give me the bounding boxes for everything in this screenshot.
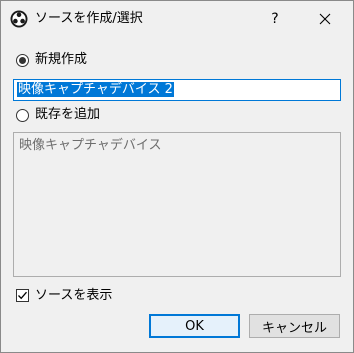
add-existing-radio[interactable]: [16, 109, 29, 122]
close-button[interactable]: [301, 1, 349, 37]
make-visible-label: ソースを表示: [35, 288, 113, 303]
checkmark-icon: [18, 291, 27, 300]
existing-sources-list[interactable]: 映像キャプチャデバイス: [13, 132, 341, 277]
create-new-label: 新規作成: [35, 52, 88, 67]
help-label: ?: [271, 11, 279, 27]
add-existing-label: 既存を追加: [35, 107, 101, 122]
ok-button-label: OK: [185, 318, 204, 334]
radio-selected-dot: [19, 57, 26, 64]
obs-logo-icon: [10, 10, 28, 28]
create-new-radio[interactable]: [16, 54, 29, 67]
close-icon: [319, 13, 331, 25]
help-button[interactable]: ?: [252, 1, 298, 37]
make-visible-checkbox[interactable]: [16, 289, 29, 302]
create-select-source-dialog: ソースを作成/選択 ? 新規作成 映像キャプチャデバイス 2 既存を追加 映像キ…: [0, 0, 354, 353]
cancel-button-label: キャンセル: [261, 320, 327, 336]
ok-button[interactable]: OK: [149, 314, 240, 338]
source-name-value: 映像キャプチャデバイス 2: [17, 82, 174, 97]
cancel-button[interactable]: キャンセル: [249, 314, 340, 338]
list-item[interactable]: 映像キャプチャデバイス: [19, 138, 161, 154]
source-name-input[interactable]: 映像キャプチャデバイス 2: [13, 79, 341, 101]
title-bar[interactable]: ソースを作成/選択 ?: [1, 1, 353, 37]
window-title: ソースを作成/選択: [35, 11, 143, 26]
